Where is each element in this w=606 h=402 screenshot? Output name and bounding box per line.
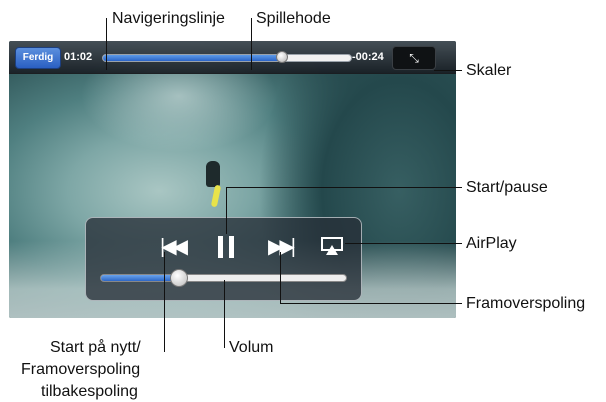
callout-line-restart bbox=[164, 252, 165, 352]
callout-volume: Volum bbox=[229, 339, 274, 356]
done-button[interactable]: Ferdig bbox=[15, 47, 61, 69]
callout-rewind-line1: Framoverspoling bbox=[21, 361, 141, 378]
surfboard bbox=[210, 184, 222, 208]
callout-line-ff-v bbox=[280, 252, 281, 303]
callout-scale: Skaler bbox=[466, 62, 512, 79]
callout-line-playpause-h bbox=[226, 187, 462, 188]
pause-icon-left-bar bbox=[218, 236, 223, 258]
scrubber-progress-fill bbox=[103, 55, 282, 61]
video-frame[interactable]: Ferdig 01:02 -00:24 ⤡ |◀◀ ▶▶| bbox=[9, 41, 456, 318]
callout-play-pause: Start/pause bbox=[466, 179, 548, 196]
time-elapsed: 01:02 bbox=[64, 51, 93, 63]
callout-line-scrubber bbox=[106, 18, 107, 70]
volume-fill bbox=[101, 275, 180, 281]
callout-rewind-line2: tilbakespoling bbox=[41, 383, 138, 400]
pause-icon-right-bar bbox=[229, 236, 234, 258]
callout-playhead: Spillehode bbox=[256, 10, 331, 27]
play-pause-button[interactable] bbox=[211, 233, 241, 261]
callout-line-playpause-v bbox=[226, 187, 227, 234]
callout-restart: Start på nytt/ bbox=[50, 339, 141, 356]
video-top-bar: Ferdig 01:02 -00:24 ⤡ bbox=[9, 41, 456, 74]
airplay-button[interactable] bbox=[321, 237, 347, 257]
callout-airplay: AirPlay bbox=[466, 235, 517, 252]
callout-line-scale bbox=[434, 70, 462, 71]
time-remaining: -00:24 bbox=[352, 51, 384, 63]
callout-line-airplay bbox=[345, 243, 462, 244]
previous-button[interactable]: |◀◀ bbox=[154, 233, 190, 261]
callout-line-volume bbox=[224, 280, 225, 348]
scale-button[interactable]: ⤡ bbox=[392, 46, 436, 70]
playhead[interactable] bbox=[276, 51, 288, 63]
scrubber-bar[interactable] bbox=[102, 54, 352, 62]
surfer-figure bbox=[206, 161, 220, 187]
volume-thumb[interactable] bbox=[170, 269, 189, 287]
callout-fast-forward: Framoverspoling bbox=[466, 295, 586, 312]
shrink-arrows-icon: ⤡ bbox=[409, 51, 419, 65]
callout-line-playhead bbox=[251, 18, 252, 70]
callout-scrubber: Navigeringslinje bbox=[112, 10, 225, 27]
callout-line-ff-h bbox=[280, 303, 462, 304]
airplay-icon-triangle bbox=[326, 245, 338, 255]
